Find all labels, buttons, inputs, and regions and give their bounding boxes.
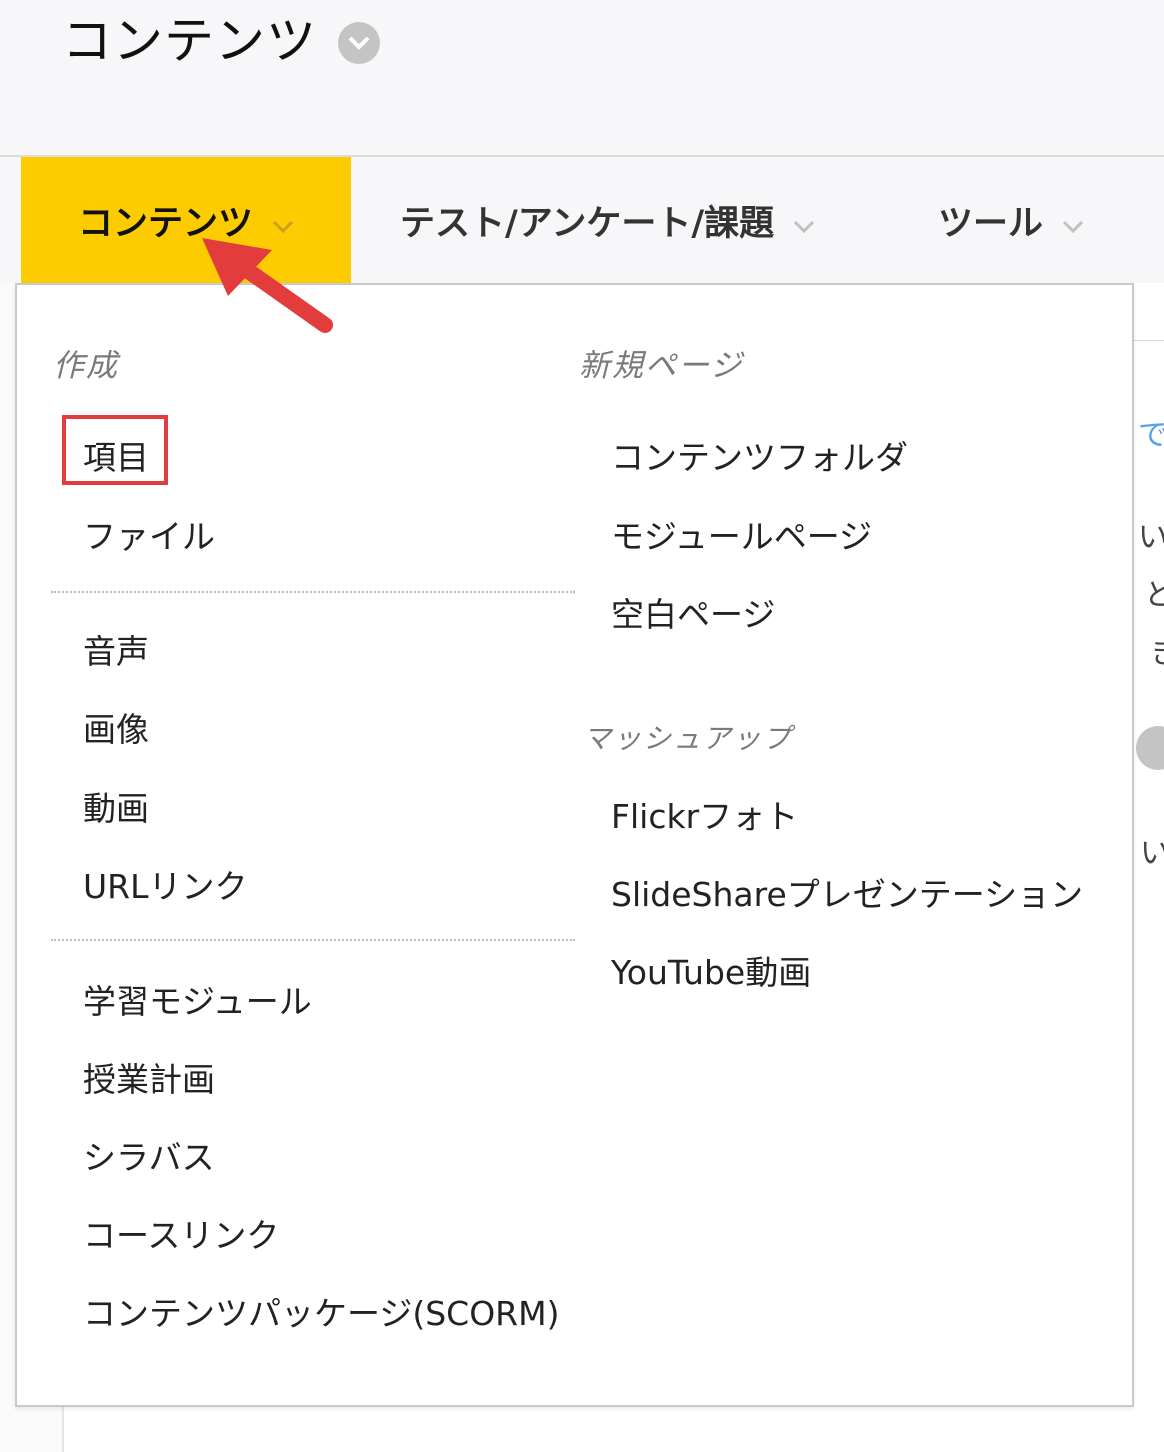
page-header: コンテンツ: [0, 0, 1164, 157]
menu-item-content-folder[interactable]: コンテンツフォルダ: [611, 431, 908, 479]
menu-item-lesson-plan[interactable]: 授業計画: [83, 1053, 215, 1101]
chevron-down-icon[interactable]: [338, 22, 380, 64]
tab-tools[interactable]: ツール: [938, 157, 1085, 283]
menu-item-learning-module[interactable]: 学習モジュール: [83, 975, 312, 1023]
background-text: い: [1140, 836, 1164, 871]
menu-item-slideshare-presentation[interactable]: SlideShareプレゼンテーション: [611, 868, 1083, 916]
menu-item-module-page[interactable]: モジュールページ: [611, 510, 872, 558]
menu-divider: [51, 939, 575, 941]
chevron-down-icon[interactable]: [1136, 726, 1164, 770]
section-heading-mashup: マッシュアップ: [583, 722, 793, 755]
background-text: き: [1150, 628, 1164, 672]
menu-item-url-link[interactable]: URLリンク: [83, 860, 247, 908]
menu-item-video[interactable]: 動画: [83, 782, 149, 830]
menu-item-syllabus[interactable]: シラバス: [83, 1131, 215, 1179]
annotation-highlight-box: [62, 415, 168, 485]
page-title: コンテンツ: [62, 12, 317, 70]
section-heading-new-page: 新規ページ: [579, 348, 744, 384]
background-text: い: [1138, 520, 1164, 555]
tab-label: ツール: [938, 203, 1044, 244]
menu-item-course-link[interactable]: コースリンク: [83, 1209, 279, 1257]
tab-test-survey-assignment[interactable]: テスト/アンケート/課題: [400, 157, 816, 283]
menu-item-content-package-scorm[interactable]: コンテンツパッケージ(SCORM): [83, 1287, 559, 1335]
content-toolbar: コンテンツ テスト/アンケート/課題 ツール: [0, 157, 1164, 283]
menu-item-youtube-video[interactable]: YouTube動画: [611, 946, 811, 994]
background-text: で: [1138, 418, 1164, 453]
section-heading-create: 作成: [53, 348, 119, 384]
annotation-arrow-icon: [202, 238, 333, 333]
chevron-down-icon: [792, 204, 816, 244]
menu-divider: [51, 591, 575, 593]
content-divider: [1134, 340, 1164, 341]
contents-dropdown-menu: 作成 項目 ファイル 音声 画像 動画 URLリンク 学習モジュール 授業計画 …: [15, 283, 1134, 1407]
menu-item-image[interactable]: 画像: [83, 703, 149, 751]
menu-item-file[interactable]: ファイル: [83, 510, 215, 558]
menu-item-audio[interactable]: 音声: [83, 625, 149, 673]
background-text: と: [1144, 578, 1164, 613]
chevron-down-icon: [1061, 204, 1085, 244]
menu-item-flickr-photo[interactable]: Flickrフォト: [611, 790, 798, 838]
menu-item-blank-page[interactable]: 空白ページ: [611, 588, 775, 636]
tab-label: テスト/アンケート/課題: [400, 203, 775, 244]
